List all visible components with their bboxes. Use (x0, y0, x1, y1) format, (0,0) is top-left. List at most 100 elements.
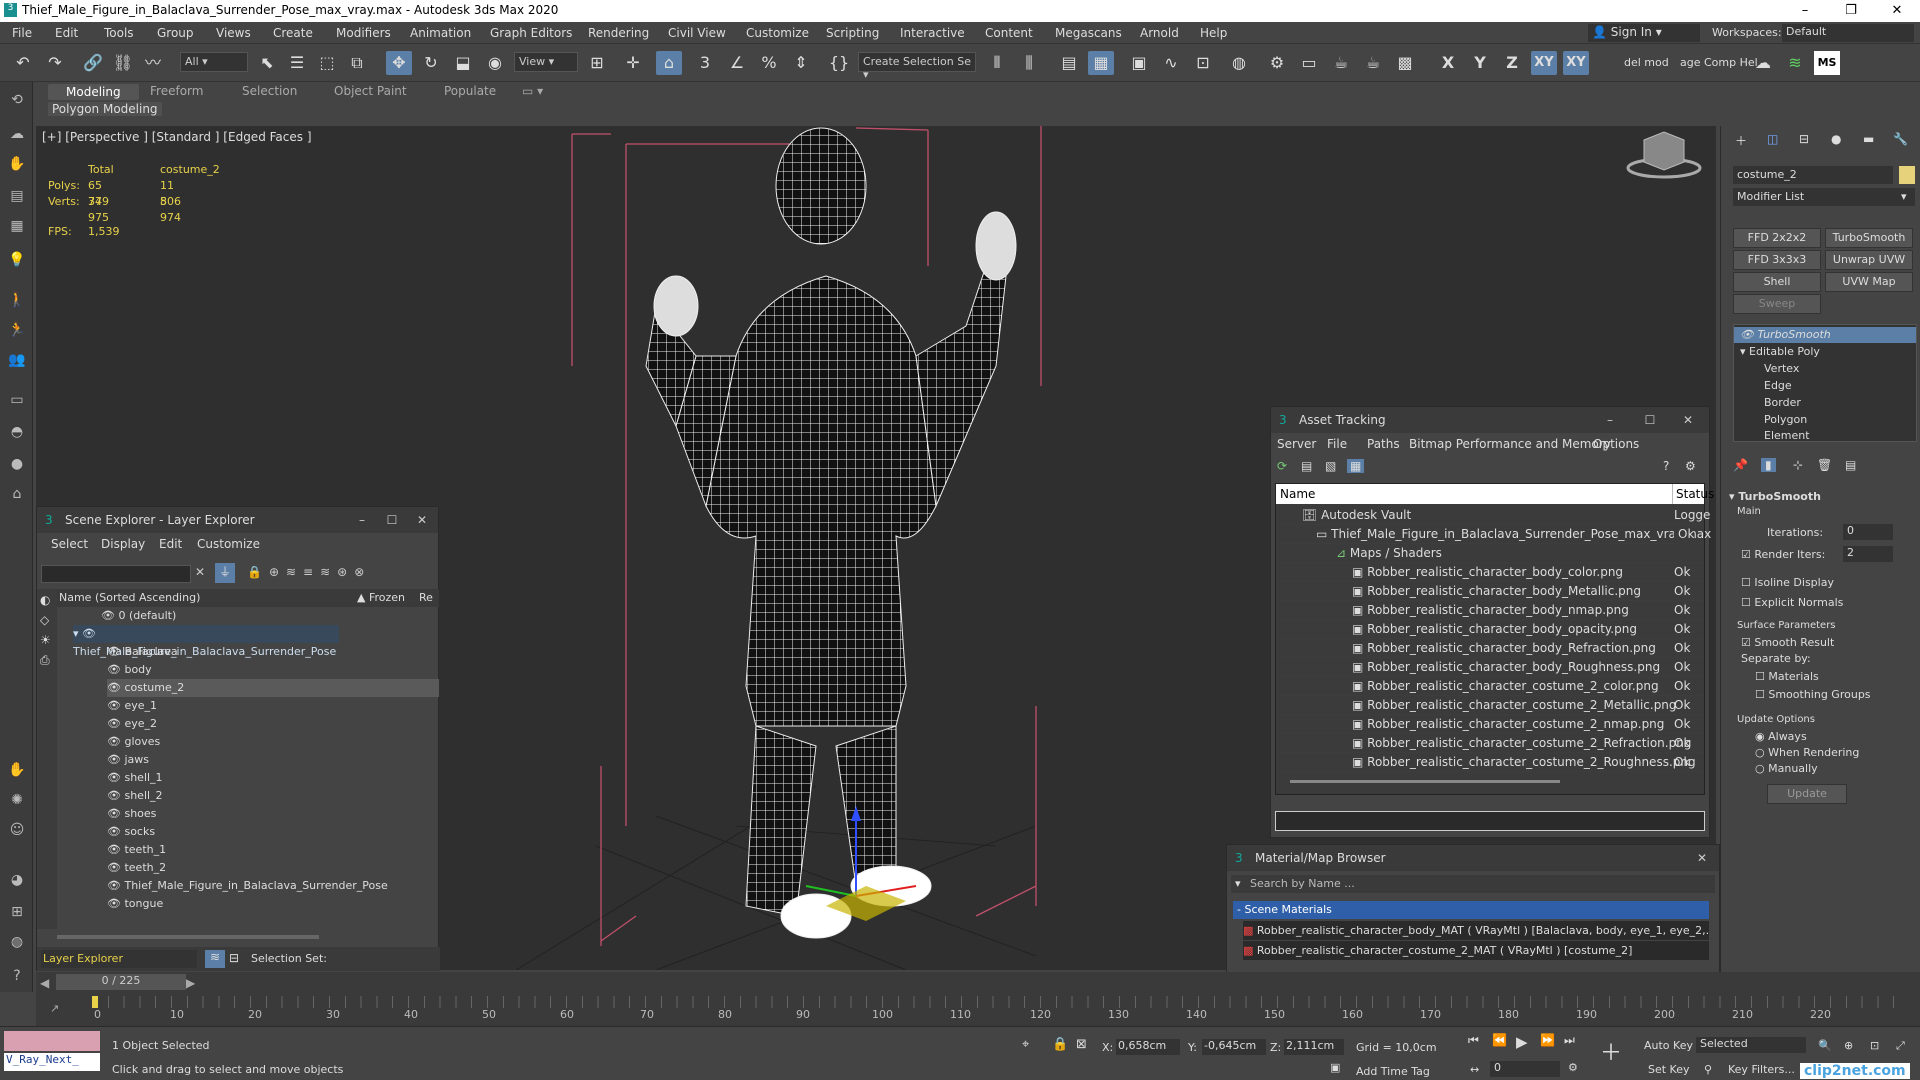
stack-item-element[interactable]: Element (1764, 429, 1810, 442)
eye-icon[interactable]: 👁 (107, 861, 124, 874)
asset-row[interactable]: ▣ Robber_realistic_character_body_nmap.p… (1280, 601, 1704, 620)
axis-x-button[interactable]: X (1435, 51, 1461, 75)
asset-row[interactable]: ▣ Robber_realistic_character_costume_2_R… (1280, 734, 1704, 753)
display-lights-icon[interactable]: ☀ (40, 633, 51, 647)
menu-civil-view[interactable]: Civil View (668, 26, 726, 40)
asset-close[interactable]: ✕ (1673, 407, 1703, 433)
asset-row[interactable]: ▣ Robber_realistic_character_body_Roughn… (1280, 658, 1704, 677)
edit-named-selection-icon[interactable]: {} (826, 51, 852, 75)
always-radio[interactable]: ◉ Always (1755, 730, 1807, 743)
node-icon[interactable]: ⊞ (6, 904, 28, 926)
material-browser-close[interactable]: ✕ (1687, 845, 1717, 871)
stack-item-editable-poly[interactable]: ▾ Editable Poly (1740, 345, 1820, 358)
polygon-modeling-label[interactable]: Polygon Modeling (48, 102, 162, 116)
walk-icon[interactable]: 🚶 (6, 292, 28, 314)
iterations-spinner[interactable]: 0 (1843, 524, 1893, 540)
material-editor-icon[interactable]: ◍ (1226, 51, 1252, 75)
eye-icon[interactable]: 👁 (107, 843, 124, 856)
layers-icon[interactable]: ▤ (6, 188, 28, 210)
isoline-display-checkbox[interactable]: ☐ Isoline Display (1741, 576, 1834, 589)
reference-coord-dropdown[interactable]: View ▾ (514, 52, 578, 72)
tree-item[interactable]: 👁 teeth_1 (107, 841, 166, 859)
unwrap-uvw-button[interactable]: Unwrap UVW (1825, 250, 1913, 270)
menu-arnold[interactable]: Arnold (1140, 26, 1179, 40)
track-bar-icon[interactable]: ↗ (50, 1002, 59, 1015)
shell-button[interactable]: Shell (1733, 272, 1821, 292)
tree-item[interactable]: 👁 jaws (107, 751, 149, 769)
y-coordinate-field[interactable]: -0,645cm (1202, 1039, 1266, 1055)
explorer-tool-icons[interactable]: 🔒⊕≋≡≋⊛⊗ (247, 565, 371, 579)
fur-icon[interactable]: ✺ (6, 792, 28, 814)
hand-icon[interactable]: ✋ (6, 762, 28, 784)
tree-item[interactable]: 👁 Balaclava (107, 643, 178, 661)
select-by-name-icon[interactable]: ☰ (284, 51, 310, 75)
track-bar[interactable] (92, 996, 1902, 1008)
scene-menu-display[interactable]: Display (101, 537, 145, 551)
asset-col-name[interactable]: Name (1280, 484, 1315, 504)
asset-row[interactable]: ▣ Robber_realistic_character_body_opacit… (1280, 620, 1704, 639)
asset-row[interactable]: ⊿ Maps / Shaders (1280, 544, 1704, 563)
tree-item-selected-layer[interactable]: ▾ 👁 Thief_Male_Figure_in_Balaclava_Surre… (73, 625, 339, 658)
sphere-small-icon[interactable]: ◕ (6, 872, 28, 894)
tree-item-costume-2[interactable]: 👁 costume_2 (107, 679, 439, 697)
menu-interactive[interactable]: Interactive (900, 26, 965, 40)
isolate-icon[interactable]: ⌖ (1022, 1037, 1029, 1052)
asset-menu-paths[interactable]: Paths (1367, 437, 1400, 451)
stack-item-border[interactable]: Border (1764, 396, 1801, 409)
scene-menu-edit[interactable]: Edit (159, 537, 182, 551)
go-to-start-icon[interactable]: ⏮ (1468, 1033, 1479, 1048)
zoom-icon[interactable]: 🔍 (1818, 1039, 1832, 1052)
pivot-center-icon[interactable]: ⊞ (584, 51, 610, 75)
auto-key-button[interactable]: Auto Key (1644, 1039, 1693, 1052)
pan-icon[interactable]: ✋ (6, 156, 28, 178)
cloud-icon[interactable]: ☁ (6, 126, 28, 148)
time-config-icon[interactable]: ⚙ (1568, 1061, 1578, 1074)
asset-minimize[interactable]: – (1595, 407, 1625, 433)
light-icon[interactable]: 💡 (6, 252, 28, 274)
selection-filter-dropdown[interactable]: All ▾ (180, 52, 248, 72)
select-object-icon[interactable]: ⬉ (254, 51, 280, 75)
layer-explorer-icon[interactable]: ▦ (1088, 51, 1114, 75)
menu-file[interactable]: File (12, 26, 32, 40)
close-button[interactable]: ✕ (1874, 0, 1920, 22)
maxscript-listener[interactable] (4, 1031, 100, 1051)
sweep-button[interactable]: Sweep (1733, 294, 1821, 314)
explicit-normals-checkbox[interactable]: ☐ Explicit Normals (1741, 596, 1843, 609)
eye-icon[interactable]: 👁 (101, 609, 118, 622)
material-browser-titlebar[interactable]: 3 Material/Map Browser ✕ (1227, 845, 1719, 871)
select-manipulate-icon[interactable]: ✛ (620, 51, 646, 75)
turbosmooth-button[interactable]: TurboSmooth (1825, 228, 1913, 248)
clear-search-icon[interactable]: ✕ (195, 565, 205, 579)
asset-menu-server[interactable]: Server (1277, 437, 1316, 451)
rollout-header[interactable]: ▾ TurboSmooth (1729, 490, 1821, 503)
window-crossing-icon[interactable]: ⧉ (344, 51, 370, 75)
undo-icon[interactable]: ↶ (10, 51, 36, 75)
ribbon-tab-object-paint[interactable]: Object Paint (334, 84, 407, 98)
eye-icon[interactable]: 👁 (107, 663, 124, 676)
set-key-button[interactable]: Set Key (1648, 1063, 1690, 1076)
mirror-icon[interactable]: ⫴ (984, 51, 1010, 75)
filter-icon[interactable]: ⏚ (215, 563, 235, 583)
asset-row[interactable]: ▣ Robber_realistic_character_costume_2_c… (1280, 677, 1704, 696)
layers-icon[interactable]: ≋ (205, 950, 225, 968)
eye-icon[interactable]: 👁 (107, 825, 124, 838)
asset-tracking-titlebar[interactable]: 3 Asset Tracking – ☐ ✕ (1271, 407, 1709, 433)
modify-tab-icon[interactable]: ◫ (1767, 132, 1778, 146)
rendered-frame-window-icon[interactable]: ▭ (1296, 51, 1322, 75)
ribbon-options-icon[interactable]: ▭ ▾ (522, 84, 543, 98)
menu-edit[interactable]: Edit (55, 26, 78, 40)
add-time-tag-button[interactable]: Add Time Tag (1356, 1065, 1430, 1078)
scale-icon[interactable]: ⬓ (450, 51, 476, 75)
stack-item-polygon[interactable]: Polygon (1764, 413, 1807, 426)
time-tag-icon[interactable]: ▣ (1330, 1061, 1340, 1074)
tree-item[interactable]: 👁 tongue (107, 895, 163, 913)
materials-checkbox[interactable]: ☐ Materials (1755, 670, 1819, 683)
help-icon[interactable]: ? (6, 968, 28, 990)
eye-icon[interactable]: 👁 (107, 807, 124, 820)
scene-materials-group[interactable]: - Scene Materials (1233, 901, 1709, 919)
zoom-extents-icon[interactable]: ⊡ (1870, 1039, 1879, 1052)
eye-icon[interactable]: 👁 (107, 681, 124, 694)
menu-help[interactable]: Help (1200, 26, 1227, 40)
plane-icon[interactable]: ⌂ (6, 486, 28, 508)
render-setup-icon[interactable]: ⚙ (1264, 51, 1290, 75)
